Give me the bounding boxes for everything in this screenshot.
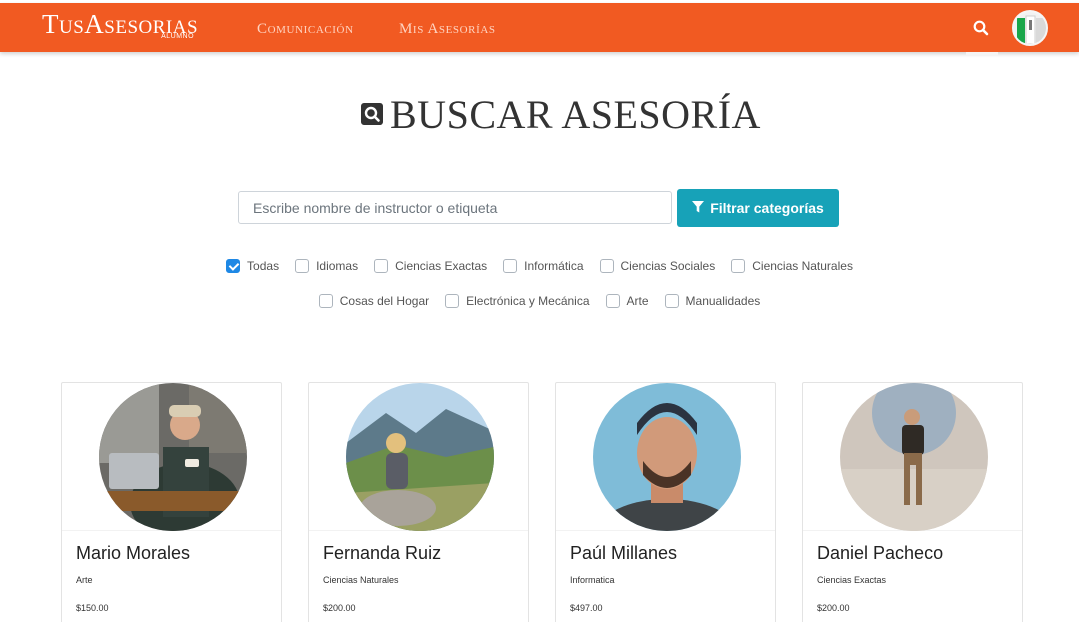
page-title: BUSCAR ASESORÍA (360, 90, 761, 138)
category-label: Informática (524, 259, 584, 273)
search-document-icon (360, 102, 384, 126)
category-checkbox-informatica[interactable]: Informática (503, 259, 584, 273)
filter-categories-button[interactable]: Filtrar categorías (677, 189, 839, 227)
category-filters-row-2: Cosas del Hogar Electrónica y Mecánica A… (0, 294, 1079, 308)
card-image-area (62, 383, 281, 531)
instructor-photo (840, 383, 988, 531)
instructor-name: Paúl Millanes (570, 543, 678, 563)
checkbox[interactable] (318, 294, 333, 308)
checkbox[interactable] (605, 294, 620, 308)
search-input[interactable] (238, 191, 672, 224)
instructor-card[interactable]: Paúl Millanes Informatica $497.00 (555, 382, 776, 622)
category-label: Ciencias Sociales (620, 259, 716, 273)
category-label: Todas (247, 259, 280, 273)
category-label: Ciencias Naturales (752, 259, 853, 273)
category-checkbox-arte[interactable]: Arte (605, 294, 649, 308)
category-checkbox-idiomas[interactable]: Idiomas (295, 259, 358, 273)
instructor-name: Mario Morales (76, 543, 191, 563)
category-label: Ciencias Exactas (395, 259, 488, 273)
checkbox[interactable] (445, 294, 460, 308)
brand-subtitle: ALUMNO (161, 33, 195, 40)
filter-icon (692, 200, 705, 216)
category-label: Cosas del Hogar (339, 294, 430, 308)
card-image-area (556, 383, 775, 531)
instructor-price: $200.00 (323, 603, 356, 613)
search-icon[interactable] (972, 19, 990, 37)
user-avatar[interactable] (1012, 10, 1048, 46)
instructor-price: $497.00 (570, 603, 603, 613)
instructor-photo (346, 383, 494, 531)
instructor-name: Daniel Pacheco (817, 543, 944, 563)
filter-button-label: Filtrar categorías (710, 200, 824, 216)
nav-link-mis-asesorias[interactable]: Mis Asesorías (399, 21, 496, 38)
category-checkbox-ciencias-exactas[interactable]: Ciencias Exactas (374, 259, 487, 273)
category-checkbox-ciencias-sociales[interactable]: Ciencias Sociales (599, 259, 716, 273)
checkbox[interactable] (664, 294, 679, 308)
instructor-category: Informatica (570, 575, 615, 585)
card-image-area (803, 383, 1022, 531)
instructor-photo (593, 383, 741, 531)
instructor-photo (99, 383, 247, 531)
category-filters-row-1: Todas Idiomas Ciencias Exactas Informáti… (0, 259, 1079, 273)
checkbox[interactable] (374, 259, 389, 273)
checkbox[interactable] (295, 259, 310, 273)
checkbox[interactable] (599, 259, 614, 273)
instructor-card[interactable]: Fernanda Ruiz Ciencias Naturales $200.00 (308, 382, 529, 622)
category-checkbox-electronica-y-mecanica[interactable]: Electrónica y Mecánica (445, 294, 590, 308)
instructor-price: $150.00 (76, 603, 109, 613)
category-label: Electrónica y Mecánica (466, 294, 590, 308)
top-navbar: TusAsesorias ALUMNO Comunicación Mis Ase… (0, 3, 1079, 52)
instructor-price: $200.00 (817, 603, 850, 613)
category-label: Idiomas (316, 259, 359, 273)
checkbox[interactable] (503, 259, 518, 273)
category-checkbox-cosas-del-hogar[interactable]: Cosas del Hogar (318, 294, 430, 308)
instructor-category: Ciencias Naturales (323, 575, 399, 585)
category-label: Manualidades (685, 294, 761, 308)
category-checkbox-ciencias-naturales[interactable]: Ciencias Naturales (731, 259, 853, 273)
checkbox[interactable] (731, 259, 746, 273)
category-label: Arte (626, 294, 649, 308)
navbar-divider (966, 52, 998, 56)
card-image-area (309, 383, 528, 531)
nav-link-comunicacion[interactable]: Comunicación (257, 21, 354, 38)
brand-logo[interactable]: TusAsesorias ALUMNO (42, 10, 198, 46)
checkbox-checked[interactable] (226, 259, 241, 273)
instructor-category: Arte (76, 575, 93, 585)
page-title-text: BUSCAR ASESORÍA (390, 91, 761, 137)
instructor-card[interactable]: Daniel Pacheco Ciencias Exactas $200.00 (802, 382, 1023, 622)
instructor-card[interactable]: Mario Morales Arte $150.00 (61, 382, 282, 622)
instructor-category: Ciencias Exactas (817, 575, 887, 585)
instructor-name: Fernanda Ruiz (323, 543, 442, 563)
category-checkbox-todas[interactable]: Todas (226, 259, 279, 273)
category-checkbox-manualidades[interactable]: Manualidades (664, 294, 761, 308)
